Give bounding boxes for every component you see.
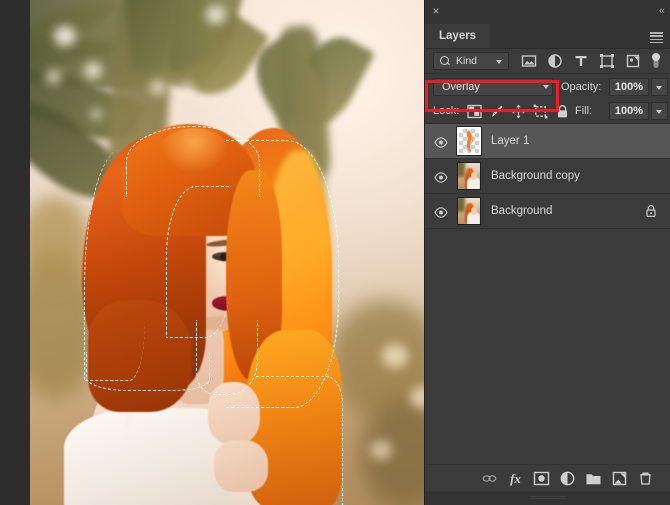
filter-type-layers-icon[interactable]: [573, 53, 589, 69]
layer-name-label: Background: [491, 205, 553, 217]
filter-pixel-layers-icon[interactable]: [521, 53, 537, 69]
lock-row: Lock: Fill: 100%: [425, 99, 670, 124]
add-layer-mask-button[interactable]: [533, 470, 550, 487]
layer-thumbnail[interactable]: [457, 197, 481, 225]
layer-style-button[interactable]: fx: [507, 470, 524, 487]
panel-titlebar: × «: [425, 0, 670, 24]
layer-row-background-copy[interactable]: Background copy: [425, 159, 670, 194]
document-image[interactable]: [30, 0, 424, 505]
opacity-stepper[interactable]: [651, 78, 668, 96]
visibility-toggle-icon[interactable]: [434, 170, 448, 183]
filter-shape-layers-icon[interactable]: [599, 53, 615, 69]
fill-label: Fill:: [575, 105, 593, 117]
photoshop-window: × « Layers Kind Overlay Opacity: 100% Lo…: [0, 0, 670, 505]
chevron-down-icon: [656, 86, 662, 90]
delete-layer-button[interactable]: [637, 470, 654, 487]
new-adjustment-layer-button[interactable]: [559, 470, 576, 487]
lock-artboard-nesting-icon[interactable]: [533, 104, 548, 119]
new-group-button[interactable]: [585, 470, 602, 487]
chevron-down-icon: [656, 110, 662, 114]
new-layer-button[interactable]: [611, 470, 628, 487]
svg-text:fx: fx: [510, 471, 521, 486]
layers-panel: × « Layers Kind Overlay Opacity: 100% Lo…: [424, 0, 670, 505]
hamburger-menu-icon[interactable]: [650, 32, 663, 44]
blend-mode-row: Overlay Opacity: 100%: [425, 74, 670, 99]
filter-kind-select[interactable]: Kind: [433, 52, 509, 70]
lock-position-icon[interactable]: [511, 104, 526, 119]
layers-list: Layer 1 Background copy Background: [425, 124, 670, 229]
opacity-label: Opacity:: [561, 81, 602, 93]
panel-footer: [425, 491, 670, 505]
lock-transparent-pixels-icon[interactable]: [467, 104, 482, 119]
filter-smart-object-layers-icon[interactable]: [625, 53, 641, 69]
subject-figure: [30, 0, 424, 505]
layer-row-layer-1[interactable]: Layer 1: [425, 124, 670, 159]
layer-row-background[interactable]: Background: [425, 194, 670, 229]
lock-all-icon[interactable]: [555, 104, 570, 119]
chevron-down-icon: [543, 85, 549, 89]
layer-thumbnail[interactable]: [456, 126, 482, 156]
search-icon: [440, 56, 449, 65]
collapse-panel-icon[interactable]: «: [659, 4, 665, 18]
filter-kind-label: Kind: [456, 55, 478, 67]
opacity-input[interactable]: 100%: [609, 78, 649, 96]
chevron-down-icon: [496, 60, 502, 64]
close-icon[interactable]: ×: [429, 4, 443, 18]
tab-layers[interactable]: Layers: [425, 24, 491, 48]
blend-mode-select[interactable]: Overlay: [433, 78, 553, 96]
fill-stepper[interactable]: [651, 102, 668, 120]
lock-label: Lock:: [433, 105, 460, 117]
layer-thumbnail[interactable]: [457, 162, 481, 190]
layer-filter-row: Kind: [425, 49, 670, 74]
fill-input[interactable]: 100%: [609, 102, 649, 120]
link-layers-button[interactable]: [481, 470, 498, 487]
lock-image-pixels-icon[interactable]: [489, 104, 504, 119]
layer-name-label: Layer 1: [491, 135, 530, 147]
layers-bottom-toolbar: fx: [425, 464, 670, 491]
filter-toggle-switch[interactable]: [651, 52, 661, 70]
panel-tabstrip: Layers: [425, 24, 670, 49]
visibility-toggle-icon[interactable]: [434, 135, 448, 148]
filter-adjustment-layers-icon[interactable]: [547, 53, 563, 69]
visibility-toggle-icon[interactable]: [434, 205, 448, 218]
layer-locked-icon: [645, 204, 657, 218]
canvas-area[interactable]: [0, 0, 424, 505]
layer-name-label: Background copy: [491, 170, 580, 182]
panel-resize-grip[interactable]: [531, 496, 565, 500]
